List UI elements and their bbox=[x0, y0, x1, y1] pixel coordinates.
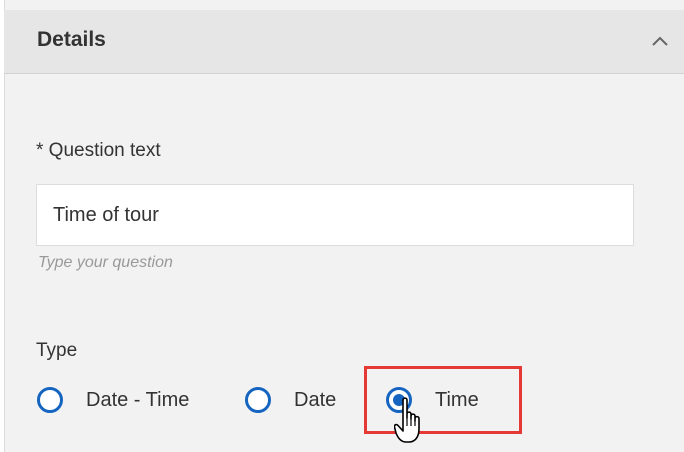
radio-label-date: Date bbox=[294, 388, 337, 411]
radio-date-time[interactable]: Date - Time bbox=[37, 384, 189, 416]
question-helper-text: Type your question bbox=[38, 254, 173, 271]
details-header[interactable]: Details bbox=[4, 10, 684, 74]
radio-label-date-time: Date - Time bbox=[86, 388, 190, 411]
question-text-label: * Question text bbox=[36, 140, 161, 161]
details-title: Details bbox=[37, 28, 106, 51]
hand-pointer-icon bbox=[394, 397, 420, 443]
radio-circle-date-time[interactable] bbox=[37, 387, 63, 413]
radio-circle-date[interactable] bbox=[245, 387, 271, 413]
radio-date[interactable]: Date bbox=[245, 384, 336, 416]
type-label: Type bbox=[36, 340, 78, 361]
highlight-box bbox=[364, 366, 522, 434]
question-text-input[interactable] bbox=[36, 184, 634, 246]
chevron-up-icon[interactable] bbox=[650, 32, 670, 52]
